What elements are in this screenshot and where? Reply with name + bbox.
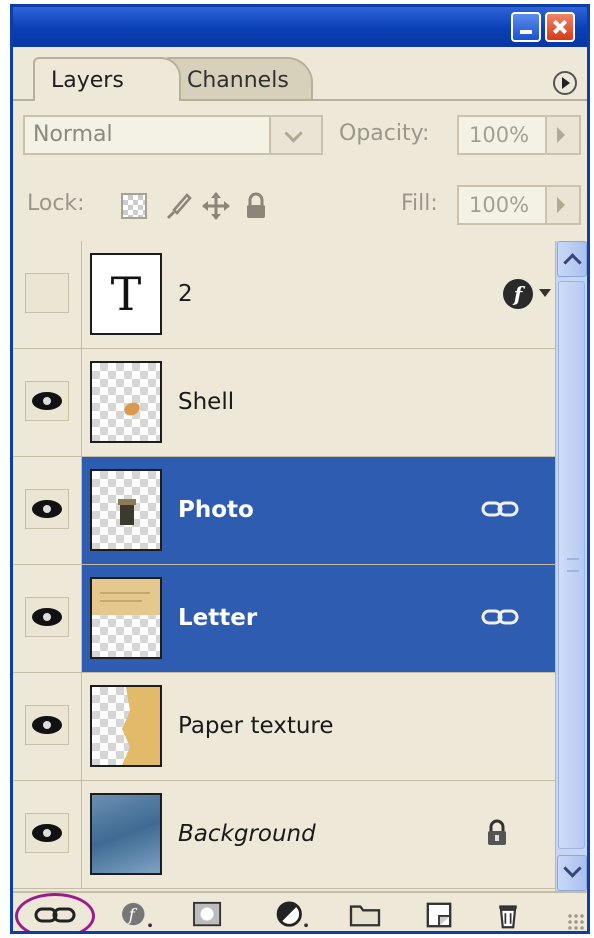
panel-menu-button[interactable] [553,71,577,95]
visibility-cell[interactable] [13,673,82,780]
layer-thumbnail [90,361,162,443]
layer-main[interactable]: Letter [82,565,555,672]
layer-mask-icon[interactable] [191,901,225,929]
opacity-field[interactable]: 100% [457,115,581,155]
layers-scrollbar[interactable] [555,241,587,891]
letter-thumbnail-graphic [92,579,160,615]
minimize-button[interactable] [511,12,541,42]
visibility-cell[interactable] [13,781,82,888]
layer-main[interactable]: Background [82,781,555,888]
photo-thumbnail-graphic [118,499,136,525]
layer-thumbnail [90,469,162,551]
lock-pixels-brush-icon[interactable] [163,191,193,221]
eye-icon [32,500,62,518]
layer-thumbnail-text: T [90,253,162,335]
fill-label: Fill: [401,191,438,216]
eye-icon [32,716,62,734]
paper-texture-thumbnail-graphic [122,687,160,765]
eye-icon [32,392,62,410]
shell-thumbnail-graphic [124,402,140,416]
layer-row-shell[interactable]: Shell [13,349,555,457]
layer-style-icon[interactable]: f [117,901,157,929]
layer-name[interactable]: Background [178,781,316,888]
layer-main[interactable]: Shell [82,349,555,456]
visibility-toggle[interactable] [25,597,69,637]
layer-row-paper-texture[interactable]: Paper texture [13,673,555,781]
layer-thumbnail [90,577,162,659]
link-layers-icon[interactable] [33,901,77,929]
chevron-down-icon[interactable] [269,117,321,153]
layers-panel: Channels Layers Normal Opacity: 100% Loc… [10,4,590,934]
lock-label: Lock: [27,191,85,216]
link-icon [481,501,519,517]
layer-row-2[interactable]: T 2 f [13,241,555,349]
layer-row-background[interactable]: Background [13,781,555,889]
layer-thumbnail [90,685,162,767]
layers-list: T 2 f Shell Photo Letter Paper texture B… [13,241,555,891]
delete-layer-icon[interactable] [493,901,523,929]
blend-mode-value: Normal [33,122,113,147]
layer-row-letter[interactable]: Letter [13,565,555,673]
layer-row-photo[interactable]: Photo [13,457,555,565]
adjustment-layer-icon[interactable] [273,901,313,929]
lock-transparency-icon[interactable] [121,193,147,219]
tab-bar: Channels Layers [13,47,587,101]
grip-icon [567,558,579,572]
scroll-down-button[interactable] [557,855,587,891]
fill-field[interactable]: 100% [457,185,581,225]
tab-layers[interactable]: Layers [33,57,181,101]
visibility-cell[interactable] [13,349,82,456]
visibility-cell[interactable] [13,241,82,348]
scroll-thumb[interactable] [558,281,585,849]
lock-options-row: Lock: Fill: 100% [13,171,587,242]
fill-slider-arrow-icon[interactable] [545,187,579,223]
layer-main[interactable]: Photo [82,457,555,564]
layer-name[interactable]: Letter [178,565,257,672]
visibility-toggle[interactable] [25,489,69,529]
visibility-toggle[interactable] [25,273,69,313]
opacity-slider-arrow-icon[interactable] [545,117,579,153]
close-button[interactable] [545,12,575,42]
layer-name[interactable]: Paper texture [178,673,334,780]
fill-value: 100% [469,193,530,217]
lock-all-icon[interactable] [241,191,271,221]
layer-thumbnail [90,793,162,875]
fx-icon: f [503,279,533,309]
scroll-up-button[interactable] [557,241,587,277]
opacity-label: Opacity: [339,121,430,146]
link-icon [481,609,519,625]
layers-bottom-toolbar: f [13,891,587,931]
visibility-toggle[interactable] [25,705,69,745]
visibility-cell[interactable] [13,457,82,564]
visibility-toggle[interactable] [25,813,69,853]
layer-main[interactable]: Paper texture [82,673,555,780]
tab-channels[interactable]: Channels [163,57,313,101]
layer-name[interactable]: Shell [178,349,234,456]
expand-effects-arrow-icon[interactable] [539,289,551,297]
new-layer-icon[interactable] [423,901,455,929]
blend-options-row: Normal Opacity: 100% [13,101,587,172]
layer-name[interactable]: Photo [178,457,254,564]
new-group-icon[interactable] [347,901,383,929]
blend-mode-select[interactable]: Normal [23,115,323,155]
eye-icon [32,608,62,626]
visibility-toggle[interactable] [25,381,69,421]
visibility-cell[interactable] [13,565,82,672]
opacity-value: 100% [469,123,530,147]
title-bar [13,7,587,47]
layer-name[interactable]: 2 [178,241,193,348]
lock-icon [488,819,506,845]
layer-main[interactable]: T 2 f [82,241,555,348]
resize-grip-icon[interactable] [567,913,585,931]
eye-icon [32,824,62,842]
lock-position-move-icon[interactable] [201,191,231,221]
